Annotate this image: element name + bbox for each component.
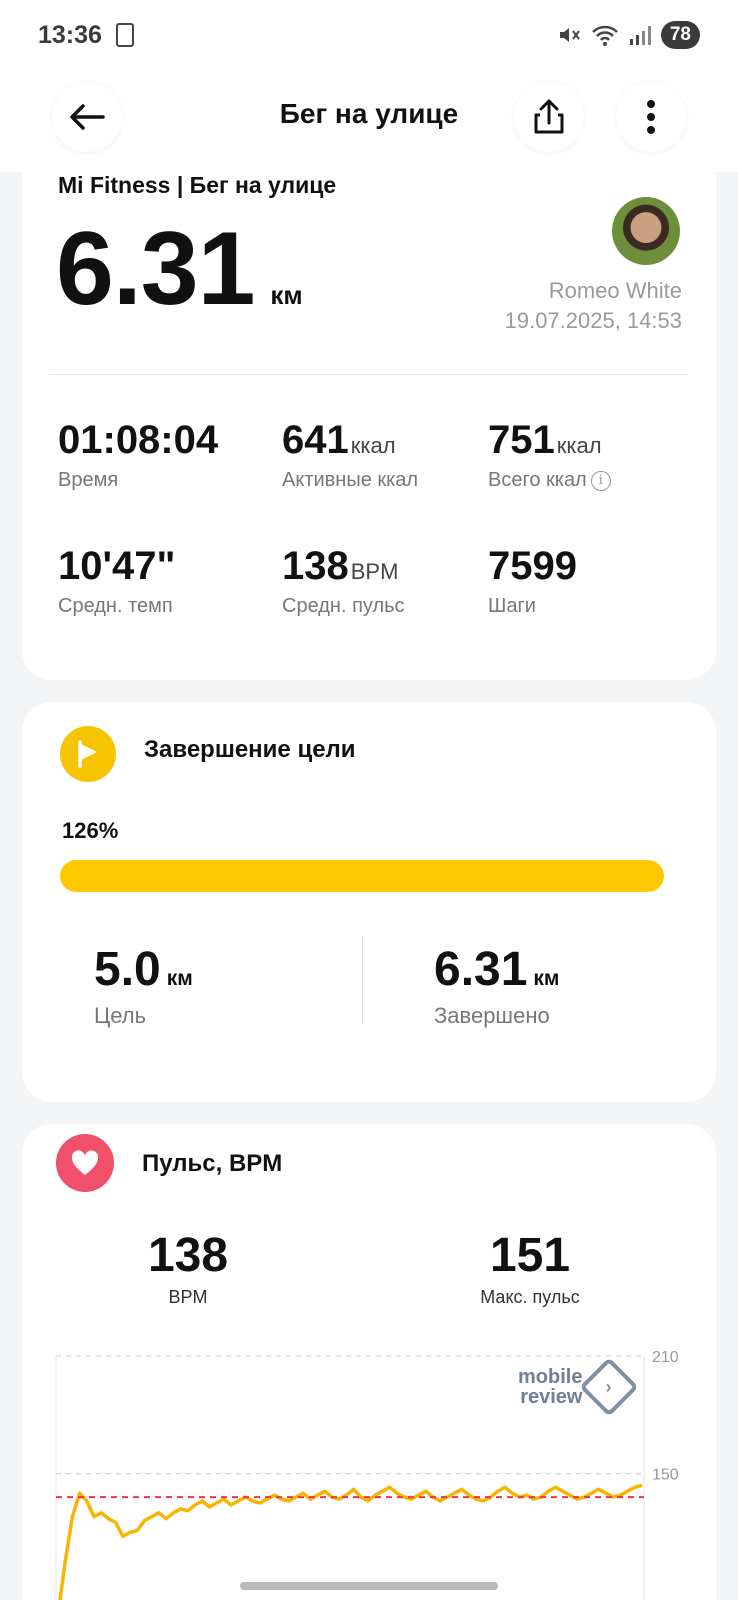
heart-icon [71, 1150, 99, 1175]
stat-active-kcal: 641 ккал Активные ккал [282, 418, 418, 492]
stat-avg-hr: 138 BPM Средн. пульс [282, 544, 405, 618]
goal-title: Завершение цели [144, 736, 356, 763]
goal-progress-fill [60, 860, 664, 892]
stat-value: 10'47" [58, 544, 176, 588]
stat-value: 7599 [488, 544, 577, 588]
document-icon [115, 23, 134, 47]
heart-rate-title: Пульс, BPM [142, 1150, 283, 1177]
max-hr-value: 151 [489, 1229, 571, 1282]
source-label: Mi Fitness | Бег на улице [58, 172, 337, 198]
goal-target: 5.0 км Цель [94, 942, 193, 1029]
goal-done-label: Завершено [434, 1003, 550, 1028]
goal-target-label: Цель [94, 1003, 147, 1028]
app-header: Бег на улице [0, 70, 738, 172]
goal-percent: 126% [62, 818, 119, 843]
goal-card[interactable]: Завершение цели 126% 5.0 км Цель 6.31 км З… [22, 702, 716, 1102]
workout-datetime: 19.07.2025, 14:53 [504, 308, 682, 333]
goal-done-unit: км [533, 967, 560, 990]
divider [50, 374, 688, 375]
share-button[interactable] [514, 82, 584, 152]
more-button[interactable] [616, 82, 686, 152]
goal-progress-bar [60, 860, 664, 892]
y-tick-label: 150 [652, 1467, 679, 1484]
status-time: 13:36 [38, 20, 102, 49]
avg-hr-label: BPM [168, 1287, 208, 1307]
stat-label: Средн. темп [58, 595, 173, 617]
stat-label: Всего ккал [488, 469, 587, 491]
status-bar: 13:36 78 [0, 0, 738, 70]
stat-value: 751 [488, 418, 555, 462]
max-hr-label: Макс. пульс [480, 1287, 580, 1307]
watermark-logo-icon: › [579, 1357, 640, 1417]
total-distance: 6.31 км [56, 210, 303, 329]
status-icons: 78 [557, 21, 700, 49]
signal-icon [629, 26, 651, 45]
stat-time: 01:08:04 Время [58, 418, 218, 492]
stat-steps: 7599 Шаги [488, 544, 577, 618]
distance-unit: км [270, 280, 303, 310]
goal-done-value: 6.31 [434, 943, 528, 996]
goal-icon-badge [60, 726, 116, 782]
stat-unit: ккал [556, 433, 602, 458]
avg-heart-rate: 138 BPM [88, 1228, 288, 1308]
watermark-line: review [520, 1386, 583, 1408]
home-indicator[interactable] [240, 1582, 498, 1590]
avatar[interactable] [612, 197, 680, 265]
heart-rate-card[interactable]: Пульс, BPM 138 BPM 151 Макс. пульс 210 1… [22, 1124, 716, 1600]
stat-label: Средн. пульс [282, 595, 405, 617]
stat-value: 01:08:04 [58, 418, 219, 462]
watermark-line: mobile [518, 1366, 583, 1388]
battery-indicator: 78 [660, 21, 700, 49]
stat-label: Шаги [488, 595, 536, 617]
stat-avg-pace: 10'47" Средн. темп [58, 544, 175, 618]
goal-target-value: 5.0 [94, 943, 161, 996]
stat-value: 641 [282, 418, 349, 462]
flag-icon [78, 740, 97, 768]
stat-label: Активные ккал [282, 469, 419, 491]
stat-unit: ккал [350, 433, 396, 458]
heart-icon-badge [56, 1134, 114, 1192]
info-icon[interactable]: i [590, 470, 611, 491]
stat-total-kcal: 751 ккал Всего ккал i [488, 418, 611, 492]
stat-value: 138 [282, 544, 349, 588]
wifi-icon [591, 25, 618, 46]
user-name: Romeo White [548, 278, 682, 303]
summary-card: Mi Fitness | Бег на улице 6.31 км Romeo … [22, 150, 716, 680]
y-tick-label: 210 [652, 1350, 679, 1366]
avg-hr-value: 138 [147, 1229, 229, 1282]
goal-target-unit: км [166, 967, 193, 990]
share-icon [534, 99, 564, 134]
divider [362, 936, 363, 1024]
max-heart-rate: 151 Макс. пульс [430, 1228, 630, 1308]
more-vertical-icon [647, 100, 655, 134]
stat-label-row: Всего ккал i [488, 469, 611, 492]
distance-value: 6.31 [56, 211, 255, 327]
goal-done: 6.31 км Завершено [434, 942, 559, 1029]
stat-label: Время [58, 469, 119, 491]
mute-icon [559, 28, 580, 42]
stat-unit: BPM [350, 559, 399, 584]
watermark: mobile review › [518, 1357, 640, 1417]
